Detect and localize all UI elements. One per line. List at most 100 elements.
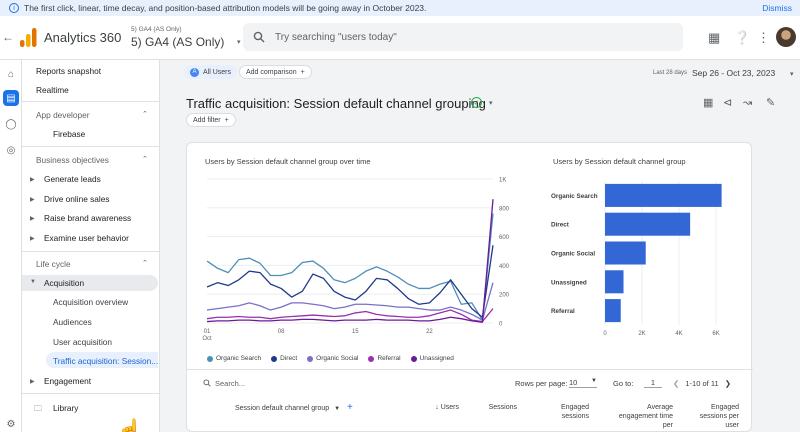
chevron-down-icon[interactable]: ▾ [237,38,241,46]
section-business-objectives[interactable]: Business objectives [36,155,109,165]
legend-label: Unassigned [419,355,454,362]
legend-label: Organic Search [216,355,262,362]
legend-item[interactable]: Direct [271,355,297,362]
rows-per-page-select[interactable]: 10 ▼ [569,378,597,388]
chevron-down-icon[interactable]: ▾ [489,99,493,107]
reports-icon[interactable]: ▤ [3,90,19,106]
goto-input[interactable]: 1 [644,378,662,388]
chevron-up-icon[interactable]: ⌃ [142,110,148,118]
pagination-label: 1-10 of 11 [685,379,719,388]
nav-user-acquisition[interactable]: User acquisition [53,337,112,347]
col-sessions-header[interactable]: Sessions [477,403,517,412]
goto-label: Go to: [613,379,634,388]
check-circle-icon: ✓ [471,97,482,108]
nav-generate-leads[interactable]: Generate leads [44,174,101,184]
chevron-up-icon[interactable]: ⌃ [142,155,148,163]
back-arrow-icon[interactable]: ← [2,30,14,44]
search-input[interactable]: Try searching "users today" [275,32,397,43]
col-engaged-sessions-header[interactable]: Engaged sessions [549,403,589,421]
bar [605,212,691,236]
more-vert-icon[interactable]: ⋮ [757,30,770,46]
insights-icon[interactable]: ↝ [743,96,752,109]
icon-rail: ⌂ ▤ ◯ ◎ ⚙ [0,60,22,432]
plus-icon: + [224,116,229,124]
nav-realtime[interactable]: Realtime [36,85,69,95]
legend-label: Referral [377,355,401,362]
advertising-icon[interactable]: ◎ [3,142,19,158]
plus-icon: + [300,68,305,76]
prev-page-icon[interactable]: ❮ [673,379,679,388]
dismiss-button[interactable]: Dismiss [762,3,792,13]
bar [605,183,722,207]
nav-engagement[interactable]: Engagement [44,376,91,386]
col-engaged-per-user-header[interactable]: Engaged sessions per user [689,403,739,430]
nav-library[interactable]: Library [53,403,78,413]
section-life-cycle[interactable]: Life cycle [36,259,71,269]
x-tick-label: 22 [426,329,433,335]
search-icon [253,31,265,43]
collapse-icon[interactable]: ▼ [30,279,36,285]
next-page-icon[interactable]: ❯ [725,379,731,388]
expand-icon[interactable]: ▶ [30,235,35,242]
nav-acquisition[interactable]: Acquisition [44,278,84,288]
col-users-header[interactable]: ↓ Users [419,403,459,412]
table-search-input[interactable]: Search... [203,379,245,388]
nav-reports-snapshot[interactable]: Reports snapshot [36,66,101,76]
add-filter-button[interactable]: Add filter + [186,113,236,127]
x-tick-label: 4K [675,331,682,337]
legend-item[interactable]: Organic Social [307,355,358,362]
settings-icon[interactable]: ⚙ [3,416,19,432]
nav-acquisition-overview[interactable]: Acquisition overview [53,297,128,307]
add-comparison-button[interactable]: Add comparison + [239,65,312,79]
report-navigation: Reports snapshot Realtime App developer … [22,60,160,432]
comparison-chip[interactable]: A All Users [184,65,238,79]
account-path[interactable]: 5) GA4 (AS Only) [131,26,182,33]
legend-item[interactable]: Unassigned [410,355,454,362]
col-avg-engagement-header[interactable]: Average engagement time per [617,403,673,430]
nav-drive-online-sales[interactable]: Drive online sales [44,194,109,204]
legend-dot [207,355,213,362]
expand-icon[interactable]: ▶ [30,215,35,222]
home-icon[interactable]: ⌂ [3,66,19,82]
dimension-header[interactable]: Session default channel group ▼ + [235,403,353,414]
main-content: A All Users Add comparison + Last 28 day… [160,60,800,432]
legend-dot [307,355,314,362]
search-icon [203,379,211,387]
legend-item[interactable]: Organic Search [207,355,261,362]
nav-firebase[interactable]: Firebase [53,129,85,139]
section-app-developer[interactable]: App developer [36,110,90,120]
x-tick-label: 15 [352,329,359,335]
banner-message: The first click, linear, time decay, and… [24,3,427,13]
expand-icon[interactable]: ▶ [30,378,35,385]
expand-icon[interactable]: ▶ [30,196,35,203]
legend-item[interactable]: Referral [368,355,401,362]
property-selector[interactable]: 5) GA4 (AS Only) [131,35,224,49]
customize-report-icon[interactable]: ▦ [703,96,713,109]
report-card: Users by Session default channel group o… [186,142,753,432]
comparison-chip-label: All Users [203,68,232,76]
nav-traffic-acquisition[interactable]: Traffic acquisition: Session... [53,356,158,366]
share-icon[interactable]: ⊲ [723,96,732,109]
x-tick-label: 0 [603,331,607,337]
chevron-up-icon[interactable]: ⌃ [142,259,148,267]
edit-icon[interactable]: ✎ [766,96,775,109]
avatar[interactable] [776,27,796,47]
chevron-down-icon[interactable]: ▾ [790,70,794,78]
nav-examine-user-behavior[interactable]: Examine user behavior [44,233,129,243]
series-line [206,245,494,318]
page-title: Traffic acquisition: Session default cha… [186,96,486,111]
dimension-header-label: Session default channel group [235,405,330,412]
date-range-picker[interactable]: Sep 26 - Oct 23, 2023 [692,68,775,78]
category-label: Direct [551,222,570,229]
help-icon[interactable]: ❔ [734,30,750,46]
nav-raise-brand-awareness[interactable]: Raise brand awareness [44,213,131,223]
nav-audiences[interactable]: Audiences [53,317,92,327]
bar-chart: 0 2K 4K 6K Organic Search Direct Organic Socia… [551,181,722,337]
expand-icon[interactable]: ▶ [30,176,35,183]
top-header: ← Analytics 360 5) GA4 (AS Only) 5) GA4 … [0,16,800,60]
search-bar[interactable]: Try searching "users today" [243,23,683,51]
explore-icon[interactable]: ◯ [3,116,19,132]
apps-grid-icon[interactable]: ▦ [708,30,720,46]
x-tick-label: 01 [204,329,211,335]
add-dimension-icon[interactable]: + [347,402,353,413]
